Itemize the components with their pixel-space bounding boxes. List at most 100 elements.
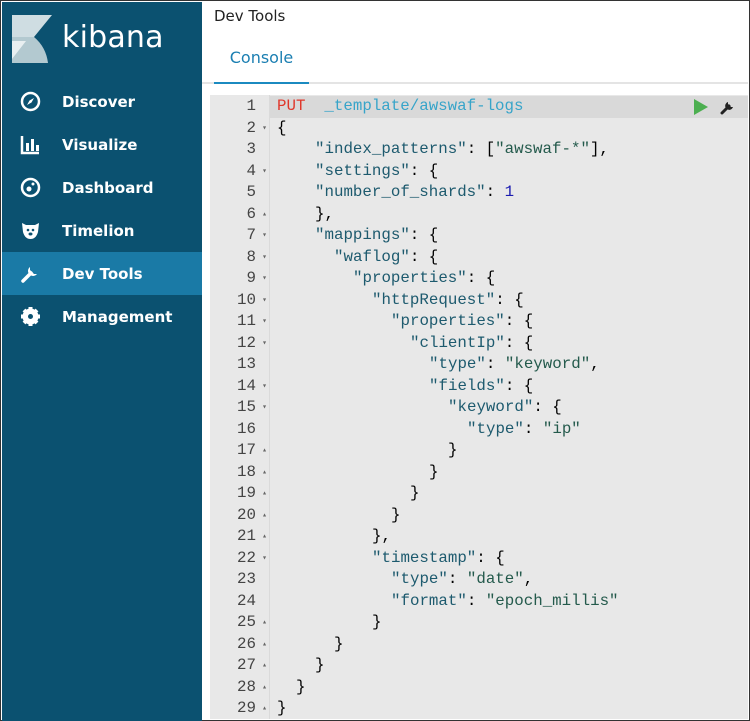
line-number-text: 16 [237,419,256,438]
code-token: "fields" [429,376,505,395]
sidebar-item-dev-tools[interactable]: Dev Tools [2,252,202,295]
fold-toggle-icon[interactable]: ▴ [262,440,267,462]
code-line: } [277,698,286,720]
fold-toggle-icon[interactable]: ▾ [262,118,267,140]
tab-bar: Console [202,37,748,84]
code-token: "timestamp" [372,548,477,567]
fold-toggle-icon[interactable]: ▴ [262,655,267,677]
code-editor[interactable]: 1 2 ▾ 3 4 ▾ 5 6 ▴ 7 ▾ 8 ▾ 9 ▾ 10 ▾ 11 ▾ 12 ▾ 13 14 ▾ 15 ▾ 16 17 ▴ 18 ▴… [210,95,748,719]
code-token: "date" [466,570,524,588]
code-token: } [391,505,401,524]
sidebar-item-label: Dashboard [62,178,154,197]
tab-console[interactable]: Console [214,37,309,84]
code-line: } [448,440,457,462]
code-token: "clientIp" [410,333,505,352]
line-number: 2 ▾ [210,118,270,140]
fold-toggle-icon[interactable]: ▾ [262,333,267,355]
code-token: ], [589,140,609,158]
line-number-text: 1 [246,97,256,115]
sidebar-item-management[interactable]: Management [2,295,202,338]
fold-toggle-icon[interactable]: ▴ [262,462,267,484]
line-number: 21 ▴ [210,526,270,548]
code-token: "type" [391,570,448,588]
fold-toggle-icon[interactable]: ▾ [262,376,267,398]
line-number: 11 ▾ [210,311,270,333]
code-line: PUT _template/awswaf-logs [277,96,524,118]
line-number-text: 22 [237,548,256,567]
wrench-settings-icon[interactable] [720,99,736,115]
code-line: "fields": { [429,376,533,398]
code-token: "properties" [391,312,505,330]
fold-toggle-icon[interactable]: ▾ [262,290,267,312]
code-token: "keyword" [504,355,591,373]
fold-toggle-icon[interactable]: ▾ [262,311,267,333]
line-number: 27 ▴ [210,655,270,677]
code-token: "properties" [353,269,467,287]
fold-toggle-icon[interactable]: ▾ [262,397,267,419]
bar-chart-icon [20,136,39,155]
code-token: "format" [391,591,467,610]
code-line: } [429,462,438,484]
code-token: 1 [504,183,515,201]
line-number: 22 ▾ [210,548,270,570]
line-number: 18 ▴ [210,462,270,484]
line-number-text: 11 [237,312,256,330]
line-number: 17 ▴ [210,440,270,462]
sidebar-item-visualize[interactable]: Visualize [2,123,202,166]
fold-toggle-icon[interactable]: ▴ [262,612,267,634]
code-token: } [448,441,458,459]
code-token: : [485,183,505,201]
sidebar-item-label: Management [62,307,173,326]
sidebar-item-label: Visualize [62,135,138,154]
code-token: } [410,484,420,502]
code-line: "settings": { [315,161,438,183]
code-token: "index_patterns" [315,140,467,158]
fold-toggle-icon[interactable]: ▴ [262,677,267,699]
line-number: 1 [210,96,270,118]
line-number-text: 25 [237,613,256,631]
fold-toggle-icon[interactable]: ▴ [262,483,267,505]
line-number: 3 [210,139,270,161]
code-line: "mappings": { [315,225,438,247]
code-token: _template/awswaf-logs [324,97,524,115]
line-number: 12 ▾ [210,333,270,355]
sidebar-item-discover[interactable]: Discover [2,80,202,123]
sidebar-item-dashboard[interactable]: Dashboard [2,166,202,209]
fold-toggle-icon[interactable]: ▴ [262,634,267,656]
code-token: : [ [466,140,496,158]
line-number: 14 ▾ [210,376,270,398]
fold-toggle-icon[interactable]: ▾ [262,268,267,290]
sidebar: kibana Discover Visualize Dashboard Timelio… [2,2,202,721]
line-number-text: 3 [246,140,256,158]
line-number-text: 26 [237,634,256,653]
line-number-text: 27 [237,656,256,674]
code-token: "keyword" [448,398,534,416]
code-token: "epoch_millis" [485,591,619,610]
code-token: "type" [467,419,524,438]
fold-toggle-icon[interactable]: ▾ [262,161,267,183]
code-line: } [296,677,305,699]
fold-toggle-icon[interactable]: ▴ [262,505,267,527]
line-number: 10 ▾ [210,290,270,312]
code-token: "awswaf-*" [495,140,590,158]
code-token: "number_of_shards" [315,183,486,201]
fold-toggle-icon[interactable]: ▴ [262,698,267,720]
line-number: 5 [210,182,270,204]
code-line: "type": "date", [391,569,533,591]
sidebar-item-timelion[interactable]: Timelion [2,209,202,252]
fold-toggle-icon[interactable]: ▾ [262,548,267,570]
fold-toggle-icon[interactable]: ▾ [262,247,267,269]
line-number: 7 ▾ [210,225,270,247]
line-number: 6 ▴ [210,204,270,226]
code-token: : { [495,290,524,309]
code-line: }, [315,204,334,226]
fold-toggle-icon[interactable]: ▴ [262,526,267,548]
fold-toggle-icon[interactable]: ▾ [262,225,267,247]
run-request-icon[interactable] [694,99,708,115]
code-token: : [447,570,467,588]
line-number-text: 14 [237,376,256,395]
fold-toggle-icon[interactable]: ▴ [262,204,267,226]
line-number-text: 21 [237,527,256,545]
code-line: "timestamp": { [372,548,505,570]
line-number: 20 ▴ [210,505,270,527]
